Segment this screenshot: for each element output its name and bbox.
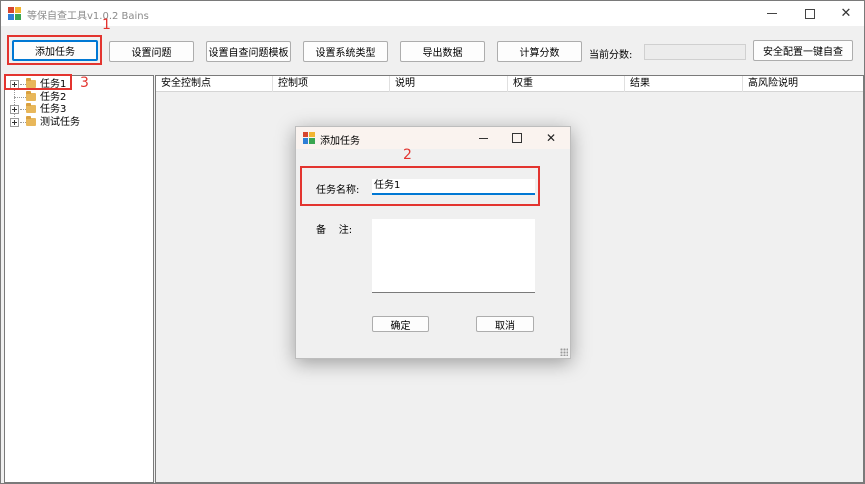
close-icon[interactable]: ✕ xyxy=(829,1,863,26)
dialog-title: 添加任务 xyxy=(320,136,360,147)
current-score-label: 当前分数: xyxy=(589,50,633,61)
expand-icon[interactable] xyxy=(10,105,19,114)
maximize-icon[interactable] xyxy=(500,127,534,149)
close-icon[interactable]: ✕ xyxy=(534,127,568,149)
tree-item-label: 测试任务 xyxy=(40,117,80,128)
tree-item-task3[interactable]: 任务3 xyxy=(5,103,145,116)
export-data-button[interactable]: 导出数据 xyxy=(400,41,485,62)
dialog-title-bar: 添加任务 ✕ xyxy=(296,127,570,149)
column-header[interactable]: 高风险说明 xyxy=(743,76,863,92)
app-icon xyxy=(303,132,315,144)
task-tree: 任务1 任务2 任务3 测试任务 xyxy=(4,75,154,483)
calc-score-button[interactable]: 计算分数 xyxy=(497,41,582,62)
tree-item-label: 任务3 xyxy=(40,104,67,115)
main-window: 等保自查工具v1.0.2 Bains ✕ 添加任务 设置问题 设置自查问题模板 … xyxy=(0,0,865,484)
maximize-icon[interactable] xyxy=(793,1,827,26)
minimize-icon[interactable] xyxy=(466,127,500,149)
current-score-field xyxy=(644,44,746,60)
resize-grip-icon[interactable] xyxy=(560,348,568,356)
folder-icon xyxy=(26,91,36,101)
one-click-check-button[interactable]: 安全配置一键自查 xyxy=(753,40,853,61)
title-bar: 等保自查工具v1.0.2 Bains ✕ xyxy=(1,1,864,26)
remark-label: 备 注: xyxy=(316,225,353,236)
annotation-number-1: 1 xyxy=(102,17,111,33)
annotation-box-tree-item xyxy=(4,74,72,90)
column-header[interactable]: 说明 xyxy=(390,76,508,92)
ok-button[interactable]: 确定 xyxy=(372,316,429,332)
set-template-button[interactable]: 设置自查问题模板 xyxy=(206,41,291,62)
annotation-box-add-task xyxy=(7,35,102,65)
set-system-type-button[interactable]: 设置系统类型 xyxy=(303,41,388,62)
minimize-icon[interactable] xyxy=(755,1,789,26)
window-title: 等保自查工具v1.0.2 Bains xyxy=(27,11,149,22)
app-icon xyxy=(8,7,21,20)
folder-icon xyxy=(26,103,36,113)
tree-item-test-task[interactable]: 测试任务 xyxy=(5,116,145,129)
column-header[interactable]: 权重 xyxy=(508,76,625,92)
column-header[interactable]: 控制项 xyxy=(273,76,390,92)
annotation-number-3: 3 xyxy=(80,75,89,91)
remark-textarea[interactable] xyxy=(372,219,535,293)
annotation-box-task-name xyxy=(300,166,540,206)
add-task-dialog: 添加任务 ✕ 任务名称: 任务1 备 注: 确定 取消 xyxy=(295,126,571,359)
annotation-number-2: 2 xyxy=(403,147,412,163)
grid-header: 安全控制点 控制项 说明 权重 结果 高风险说明 xyxy=(156,76,863,92)
expand-icon[interactable] xyxy=(10,118,19,127)
column-header[interactable]: 结果 xyxy=(625,76,743,92)
folder-icon xyxy=(26,116,36,126)
cancel-button[interactable]: 取消 xyxy=(476,316,534,332)
set-questions-button[interactable]: 设置问题 xyxy=(109,41,194,62)
column-header[interactable]: 安全控制点 xyxy=(156,76,273,92)
